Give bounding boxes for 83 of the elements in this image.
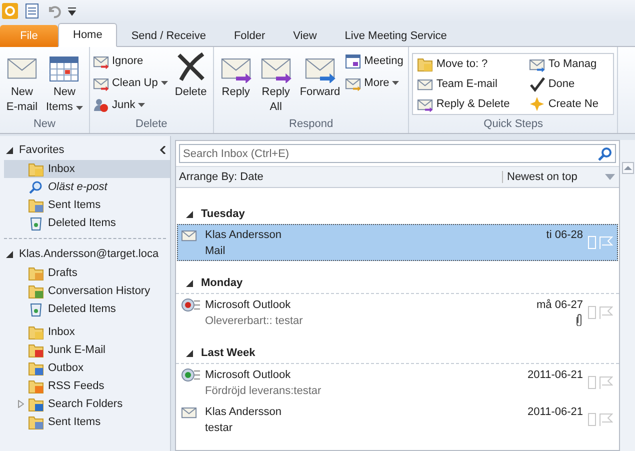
- folder-item[interactable]: Deleted Items: [4, 214, 170, 232]
- expanded-icon: [6, 146, 13, 154]
- ribbon-tab[interactable]: Home: [58, 23, 118, 47]
- delete-icon: [174, 51, 207, 83]
- quick-step-button[interactable]: Reply & Delete: [417, 94, 530, 114]
- group-label: New: [32, 117, 56, 132]
- app-logo-icon: [2, 3, 18, 19]
- flag-icon: [598, 305, 612, 319]
- ribbon-button[interactable]: Delete: [172, 49, 210, 117]
- flag-icon: [598, 235, 612, 249]
- quick-step-button[interactable]: Team E-mail: [417, 74, 530, 94]
- folder-icon: [28, 360, 44, 376]
- sort-order-label[interactable]: Newest on top: [507, 171, 578, 183]
- folder-item[interactable]: Sent Items: [4, 196, 170, 214]
- group-label: Delete: [134, 117, 168, 132]
- ribbon-button[interactable]: Meeting: [345, 51, 406, 71]
- folder-item[interactable]: Sent Items: [4, 413, 170, 431]
- inbox-folder-icon: [28, 324, 44, 340]
- sparkle-icon: [529, 96, 546, 112]
- group-label: Quick Steps: [482, 117, 544, 132]
- folder-item[interactable]: Deleted Items: [4, 300, 170, 318]
- folder-icon: [28, 414, 44, 430]
- ribbon-tab[interactable]: Live Meeting Service: [330, 25, 461, 47]
- folder-item[interactable]: Search Folders: [4, 395, 170, 413]
- quick-step-button[interactable]: To Manag: [529, 54, 610, 74]
- expanded-icon: [186, 350, 193, 356]
- customize-icon: [68, 6, 76, 16]
- ribbon-button[interactable]: Clean Up: [92, 73, 170, 93]
- calendar-icon: [345, 53, 362, 69]
- folder-section-header[interactable]: Klas.Andersson@target.loca: [4, 244, 170, 264]
- group-heading: Tuesday: [201, 208, 245, 220]
- expanded-icon: [186, 280, 193, 286]
- expanded-icon: [186, 210, 193, 218]
- magnifier-icon: [28, 179, 44, 195]
- category-icon: [588, 235, 596, 249]
- flag-icon: [598, 375, 612, 389]
- ribbon-button[interactable]: Junk: [92, 95, 170, 115]
- quick-step-button[interactable]: Move to: ?: [417, 54, 530, 74]
- inbox-folder-icon: [28, 161, 44, 177]
- flag-icon: [598, 412, 612, 426]
- ribbon-button[interactable]: Reply: [216, 49, 255, 117]
- collapse-pane-icon: [160, 146, 166, 154]
- folder-icon: [28, 283, 44, 299]
- folder-icon: [28, 342, 44, 358]
- group-heading: Monday: [201, 277, 243, 289]
- undo-icon: [46, 3, 62, 19]
- folder-section-header[interactable]: Favorites: [4, 140, 170, 160]
- expanded-icon: [6, 250, 13, 258]
- ribbon-tab[interactable]: View: [279, 25, 331, 47]
- group-label: Respond: [288, 117, 334, 132]
- category-icon: [588, 412, 596, 426]
- ribbon-tab[interactable]: Folder: [220, 25, 280, 47]
- search-field[interactable]: Search Inbox (Ctrl+E): [179, 144, 616, 163]
- arrange-by-label[interactable]: Arrange By: Date: [179, 171, 264, 183]
- folder-item[interactable]: Inbox: [4, 323, 170, 341]
- ribbon-button[interactable]: Reply All: [256, 49, 295, 117]
- folder-item[interactable]: Outbox: [4, 359, 170, 377]
- message-row[interactable]: Klas Andersson ti 06-28 Mail: [177, 224, 618, 261]
- folder-item[interactable]: Inbox: [4, 160, 170, 178]
- folder-item[interactable]: Conversation History: [4, 282, 170, 300]
- dropdown-icon: [605, 174, 615, 180]
- ribbon-button[interactable]: Ignore: [92, 51, 170, 71]
- folder-icon: [28, 197, 44, 213]
- search-icon: [598, 147, 612, 161]
- ribbon-button[interactable]: Forward: [296, 49, 344, 117]
- folder-item[interactable]: Drafts: [4, 264, 170, 282]
- inbox-folder-icon: [417, 56, 434, 72]
- group-heading: Last Week: [201, 347, 256, 359]
- folder-item[interactable]: Oläst e-post: [4, 178, 170, 196]
- trash-icon: [28, 301, 44, 317]
- category-icon: [588, 305, 596, 319]
- checkmark-icon: [529, 76, 546, 92]
- quick-step-button[interactable]: Done: [529, 74, 610, 94]
- ribbon-tab[interactable]: Send / Receive: [117, 25, 220, 47]
- ribbon-button[interactable]: More: [345, 73, 406, 93]
- folder-item[interactable]: RSS Feeds: [4, 377, 170, 395]
- category-icon: [588, 375, 596, 389]
- folder-item[interactable]: Junk E-Mail: [4, 341, 170, 359]
- junk-icon: [92, 97, 109, 113]
- ribbon-button[interactable]: New Items: [43, 49, 86, 117]
- ribbon-button[interactable]: New E-mail: [3, 49, 41, 117]
- quick-step-button[interactable]: Create Ne: [529, 94, 610, 114]
- trash-icon: [28, 215, 44, 231]
